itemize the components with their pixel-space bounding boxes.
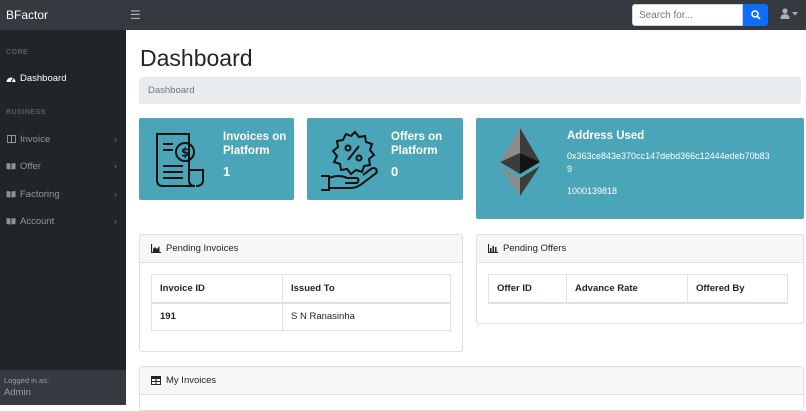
sidebar-item-dashboard[interactable]: Dashboard: [0, 68, 126, 88]
caret-down-icon: [792, 11, 798, 15]
invoices-card-title-line1: Invoices on: [223, 131, 287, 143]
search-icon: [750, 10, 761, 20]
search-button[interactable]: [743, 4, 768, 26]
ethereum-icon: [500, 128, 540, 196]
offers-count: 0: [391, 164, 399, 179]
column-header: Offered By: [687, 274, 788, 304]
chevron-right-icon: ›: [114, 216, 117, 226]
table-header-row: Offer ID Advance Rate Offered By: [488, 274, 788, 304]
my-invoices-header: My Invoices: [140, 367, 803, 395]
breadcrumb: Dashboard: [139, 77, 801, 104]
invoice-dollar-icon: $: [156, 133, 204, 187]
discount-hand-icon: [321, 130, 378, 191]
my-invoices-panel: My Invoices: [139, 366, 804, 411]
pending-offers-table: Offer ID Advance Rate Offered By: [488, 274, 788, 304]
sidebar-heading-business: BUSINESS: [6, 109, 46, 116]
main-content: Dashboard Dashboard $ Invoices on Platfo…: [126, 30, 806, 411]
logged-in-label: Logged in as:: [4, 376, 50, 385]
sidebar-item-label: Dashboard: [20, 72, 67, 84]
search-group: [632, 4, 768, 26]
invoices-card-title: Invoices on Platform: [223, 131, 286, 158]
sidebar-footer: Logged in as: Admin: [0, 370, 126, 405]
invoices-count: 1: [223, 164, 231, 179]
hamburger-icon[interactable]: ☰: [130, 8, 141, 22]
search-input[interactable]: [632, 4, 743, 26]
sidebar-item-label: Invoice: [20, 133, 51, 145]
sidebar: CORE Dashboard BUSINESS Invoice › Offer …: [0, 30, 126, 405]
my-invoices-title: My Invoices: [166, 375, 217, 386]
tachometer-icon: [6, 73, 16, 83]
column-header: Issued To: [282, 274, 451, 304]
table-icon: [151, 376, 161, 385]
user-icon: [780, 8, 790, 19]
pending-invoices-panel: Pending Invoices Invoice ID Issued To 19…: [139, 234, 463, 352]
invoices-card-title-line2: Platform: [223, 144, 270, 157]
sidebar-item-label: Offer: [20, 160, 41, 172]
invoice-id-cell: 191: [151, 302, 283, 331]
columns-icon: [6, 134, 16, 144]
pending-offers-title: Pending Offers: [503, 243, 567, 254]
offers-card[interactable]: Offers on Platform 0: [307, 118, 463, 200]
invoices-card[interactable]: $ Invoices on Platform 1: [139, 118, 294, 200]
offers-card-title-line2: Platform: [391, 144, 438, 157]
chart-area-icon: [151, 244, 161, 253]
address-card-title: Address Used: [567, 130, 645, 142]
book-open-icon: [6, 189, 16, 199]
offers-card-title-line1: Offers on: [391, 131, 443, 143]
chevron-right-icon: ›: [114, 134, 117, 144]
user-dropdown[interactable]: [780, 8, 798, 19]
address-card[interactable]: Address Used 0x363ce843e370cc147debd366c…: [476, 118, 804, 219]
pending-offers-header: Pending Offers: [477, 235, 803, 263]
column-header: Invoice ID: [151, 274, 283, 304]
sidebar-item-account[interactable]: Account ›: [0, 211, 126, 231]
sidebar-item-factoring[interactable]: Factoring ›: [0, 184, 126, 204]
chevron-right-icon: ›: [114, 189, 117, 199]
breadcrumb-item: Dashboard: [148, 85, 195, 96]
brand-link[interactable]: BFactor: [0, 8, 126, 22]
wallet-address-line2: 9: [567, 164, 573, 174]
sidebar-item-offer[interactable]: Offer ›: [0, 156, 126, 176]
chevron-right-icon: ›: [114, 161, 117, 171]
book-open-icon: [6, 161, 16, 171]
wallet-address: 0x363ce843e370cc147debd366c12444edeb70b8…: [567, 150, 792, 176]
table-header-row: Invoice ID Issued To: [151, 274, 451, 304]
wallet-address-line1: 0x363ce843e370cc147debd366c12444edeb70b8…: [567, 151, 770, 161]
sidebar-heading-core: CORE: [6, 49, 29, 56]
column-header: Offer ID: [488, 274, 567, 304]
column-header: Advance Rate: [566, 274, 688, 304]
pending-invoices-table: Invoice ID Issued To 191 S N Ranasinha: [151, 274, 451, 331]
issued-to-cell: S N Ranasinha: [282, 302, 451, 331]
svg-text:$: $: [181, 146, 189, 160]
pending-invoices-header: Pending Invoices: [140, 235, 462, 263]
top-navbar: BFactor ☰: [0, 0, 806, 30]
page-title: Dashboard: [140, 45, 253, 71]
table-row[interactable]: 191 S N Ranasinha: [151, 302, 451, 331]
pending-offers-panel: Pending Offers Offer ID Advance Rate Off…: [476, 234, 804, 324]
logged-in-user: Admin: [4, 387, 31, 398]
book-open-icon: [6, 216, 16, 226]
chart-area-icon: [488, 244, 498, 253]
offers-card-title: Offers on Platform: [391, 131, 442, 158]
sidebar-item-invoice[interactable]: Invoice ›: [0, 129, 126, 149]
pending-invoices-title: Pending Invoices: [166, 243, 239, 254]
sidebar-item-label: Account: [20, 215, 55, 227]
wallet-balance: 1000139818: [567, 186, 618, 196]
sidebar-item-label: Factoring: [20, 188, 60, 200]
